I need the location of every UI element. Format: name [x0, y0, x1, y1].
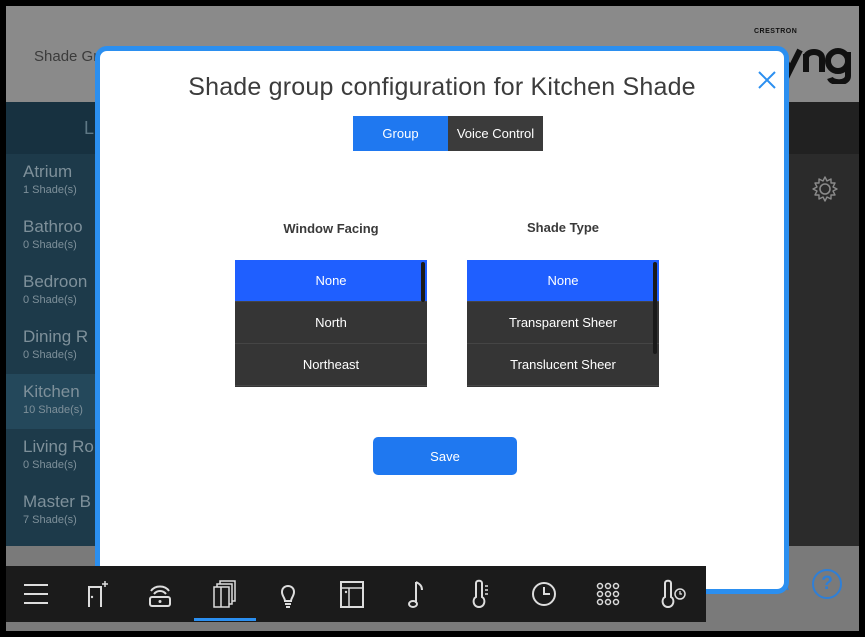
tab-voice-control[interactable]: Voice Control — [448, 116, 543, 151]
close-icon[interactable] — [756, 69, 778, 91]
clock-icon — [532, 582, 556, 606]
nav-keypad[interactable] — [582, 566, 634, 622]
temperature-sensor-icon — [661, 579, 686, 609]
nav-music[interactable] — [390, 566, 442, 622]
help-button[interactable]: ? — [812, 569, 842, 599]
tab-group: Group Voice Control — [353, 116, 543, 151]
scrollbar[interactable] — [653, 262, 657, 354]
nav-thermostat[interactable] — [454, 566, 506, 622]
picker-option[interactable]: None — [235, 260, 427, 302]
room-count: 7 Shade(s) — [23, 513, 77, 526]
nav-lights[interactable] — [262, 566, 314, 622]
nav-shades[interactable] — [198, 566, 250, 622]
room-item[interactable]: Master B 7 Shade(s) — [6, 484, 99, 539]
music-icon — [408, 581, 423, 608]
door-icon — [340, 581, 364, 608]
bottom-nav — [6, 566, 706, 622]
room-name: Atrium — [23, 162, 73, 181]
picker-option[interactable]: North — [235, 302, 427, 344]
shade-type-picker[interactable]: None Transparent Sheer Translucent Sheer — [467, 260, 659, 387]
shades-icon — [213, 580, 236, 608]
room-item[interactable]: Bathroo 0 Shade(s) — [6, 209, 99, 264]
room-name: Living Ro — [23, 437, 94, 456]
nav-door[interactable] — [326, 566, 378, 622]
room-count: 0 Shade(s) — [23, 348, 77, 361]
room-list-header: L — [6, 102, 99, 154]
nav-add-device[interactable] — [72, 566, 124, 622]
picker-option[interactable]: Translucent Sheer — [467, 344, 659, 386]
save-button[interactable]: Save — [373, 437, 517, 475]
keypad-icon — [596, 582, 620, 606]
picker-option[interactable]: Transparent Sheer — [467, 302, 659, 344]
menu-icon — [24, 584, 48, 604]
shade-config-dialog: Shade group configuration for Kitchen Sh… — [95, 46, 789, 594]
room-item-kitchen[interactable]: Kitchen 10 Shade(s) — [6, 374, 99, 429]
room-count: 1 Shade(s) — [23, 183, 77, 196]
window-facing-label: Window Facing — [283, 221, 379, 236]
light-bulb-icon — [280, 585, 296, 608]
gear-icon[interactable] — [810, 174, 840, 204]
dialog-title: Shade group configuration for Kitchen Sh… — [188, 73, 696, 101]
room-name: Kitchen — [23, 382, 80, 401]
nav-schedule[interactable] — [518, 566, 570, 622]
scrollbar[interactable] — [421, 262, 425, 302]
room-name: Bathroo — [23, 217, 83, 236]
room-name: Dining R — [23, 327, 89, 346]
nav-gateway[interactable] — [134, 566, 186, 622]
active-tab-indicator — [194, 618, 256, 621]
shade-type-label: Shade Type — [526, 220, 599, 235]
gateway-icon — [149, 585, 171, 607]
right-panel-header — [786, 102, 859, 154]
room-count: 10 Shade(s) — [23, 403, 83, 416]
nav-temperature-sensor[interactable] — [646, 566, 698, 622]
room-item[interactable]: Bedroon 0 Shade(s) — [6, 264, 99, 319]
room-name: Master B — [23, 492, 92, 511]
room-item[interactable]: Dining R 0 Shade(s) — [6, 319, 99, 374]
room-list: L Atrium 1 Shade(s) Bathroo 0 Shade(s) B… — [6, 102, 99, 546]
add-device-icon — [88, 581, 108, 607]
window-facing-picker[interactable]: None North Northeast — [235, 260, 427, 387]
thermostat-icon — [472, 579, 488, 609]
tab-group-button[interactable]: Group — [353, 116, 448, 151]
room-item[interactable]: Atrium 1 Shade(s) — [6, 154, 99, 209]
room-count: 0 Shade(s) — [23, 458, 77, 471]
nav-menu[interactable] — [10, 566, 62, 622]
room-name: Bedroon — [23, 272, 88, 291]
room-count: 0 Shade(s) — [23, 293, 77, 306]
picker-option[interactable]: None — [467, 260, 659, 302]
app-title: Shade Gr — [34, 48, 99, 65]
right-panel — [786, 102, 859, 546]
picker-option[interactable]: Northeast — [235, 344, 427, 386]
room-count: 0 Shade(s) — [23, 238, 77, 251]
room-item[interactable]: Living Ro 0 Shade(s) — [6, 429, 99, 484]
